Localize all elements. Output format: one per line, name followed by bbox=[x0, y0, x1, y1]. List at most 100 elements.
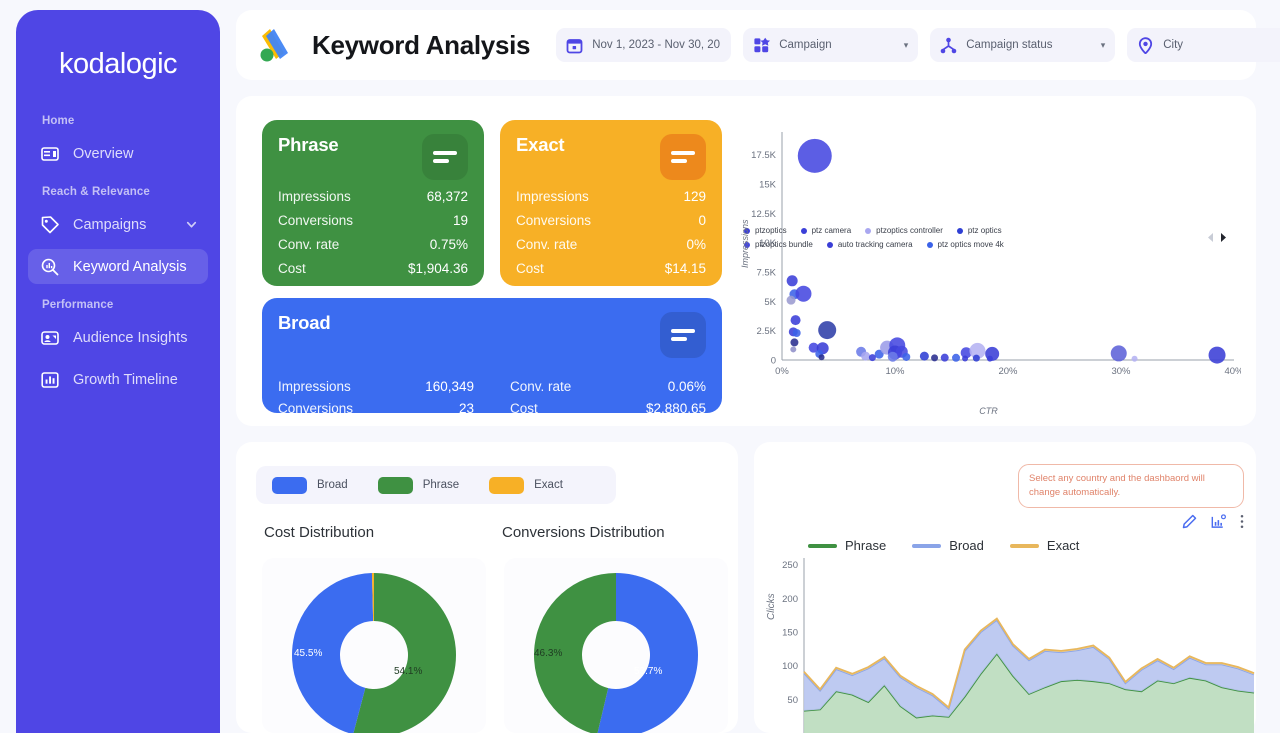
date-range-filter[interactable]: Nov 1, 2023 - Nov 30, 20▾ bbox=[556, 28, 748, 62]
bubble-point[interactable] bbox=[940, 353, 949, 362]
bubble-point[interactable] bbox=[786, 295, 796, 305]
bubble-x-axis-label: CTR bbox=[979, 406, 998, 416]
metric-row: Impressions 68,372 bbox=[278, 189, 468, 204]
legend-label: Phrase bbox=[845, 538, 887, 553]
legend-item[interactable]: Broad bbox=[272, 476, 348, 494]
bubble-point[interactable] bbox=[868, 354, 876, 362]
legend-item[interactable]: Phrase bbox=[377, 476, 459, 494]
bubble-point[interactable] bbox=[818, 354, 825, 361]
bubble-chart-pager[interactable] bbox=[1205, 232, 1229, 243]
legend-dot-icon bbox=[956, 227, 963, 234]
bubble-plot-area: 02.5K5K7.5K10K12.5K15K17.5K0% 10% 20% 30% 40… bbox=[751, 132, 1244, 377]
sidebar-item-audience-insights[interactable]: Audience Insights bbox=[28, 320, 208, 355]
hierarchy-icon bbox=[940, 37, 957, 53]
legend-dot-icon bbox=[865, 227, 872, 234]
legend-line bbox=[1009, 543, 1039, 548]
campaign-grid-icon bbox=[754, 37, 771, 52]
chart-insert-icon[interactable] bbox=[1211, 514, 1226, 534]
city-filter[interactable]: City ▾ bbox=[1127, 28, 1280, 62]
match-type-icon bbox=[660, 312, 706, 358]
y-tick-label: 12.5K bbox=[751, 209, 776, 220]
bubble-point[interactable] bbox=[919, 351, 929, 361]
clicks-area-chart[interactable]: 50 100 150 200 250 bbox=[764, 554, 1256, 733]
metric-value: 0 bbox=[698, 213, 706, 228]
bubble-point[interactable] bbox=[952, 353, 961, 362]
bubble-point[interactable] bbox=[861, 351, 871, 361]
bubble-point[interactable] bbox=[1208, 346, 1226, 364]
bubble-point[interactable] bbox=[931, 354, 939, 362]
legend-item[interactable]: ptzoptics controller bbox=[865, 226, 943, 235]
bubble-point[interactable] bbox=[986, 355, 993, 362]
conversions-distribution-title: Conversions Distribution bbox=[502, 524, 665, 541]
chevron-down-icon[interactable]: ▾ bbox=[1274, 41, 1280, 50]
legend-item[interactable]: ptzoptics bbox=[744, 226, 787, 235]
legend-swatch bbox=[489, 476, 525, 494]
legend-label: Broad bbox=[949, 538, 984, 553]
keyword-bubble-chart[interactable]: ptzoptics ptz camera ptzoptics controller p… bbox=[736, 110, 1244, 416]
card-header: Phrase bbox=[278, 134, 468, 180]
clicks-chart-legend: Phrase Broad Exact bbox=[808, 538, 1079, 553]
legend-label: Exact bbox=[1046, 538, 1080, 553]
legend-item[interactable]: Exact bbox=[489, 476, 563, 494]
metric-value: $14.15 bbox=[664, 261, 706, 276]
metric-row: Impressions 160,349 bbox=[278, 379, 474, 394]
bubble-point[interactable] bbox=[795, 285, 812, 302]
legend-item[interactable]: auto tracking camera bbox=[826, 240, 913, 249]
metric-key: Cost bbox=[516, 261, 544, 276]
chevron-down-icon[interactable]: ▾ bbox=[1087, 40, 1106, 50]
chevron-down-icon[interactable] bbox=[185, 218, 198, 231]
card-title: Broad bbox=[278, 312, 331, 333]
chevron-left-icon bbox=[1208, 233, 1213, 242]
y-tick-label: 150 bbox=[782, 628, 798, 639]
bubble-point[interactable] bbox=[962, 355, 969, 362]
sidebar-item-overview[interactable]: Overview bbox=[28, 136, 208, 171]
legend-item[interactable]: ptz camera bbox=[800, 226, 851, 235]
legend-item[interactable]: Broad bbox=[912, 538, 984, 553]
sidebar-item-label: Audience Insights bbox=[73, 329, 188, 346]
bubble-point[interactable] bbox=[1131, 355, 1138, 362]
bubble-point[interactable] bbox=[902, 352, 911, 361]
distribution-legend: Broad Phrase Exact bbox=[256, 466, 616, 504]
edit-pencil-icon[interactable] bbox=[1182, 514, 1197, 534]
chevron-down-icon[interactable]: ▾ bbox=[890, 40, 909, 50]
campaign-status-filter[interactable]: Campaign status ▾ bbox=[930, 28, 1116, 62]
bubble-point[interactable] bbox=[887, 351, 898, 362]
campaign-filter[interactable]: Campaign ▾ bbox=[743, 28, 919, 62]
bubble-point[interactable] bbox=[792, 329, 801, 338]
legend-item[interactable]: ptz optics move 4k bbox=[926, 240, 1004, 249]
bubble-point[interactable] bbox=[790, 315, 801, 326]
bubble-y-axis-label: Impressions bbox=[740, 219, 750, 268]
overview-panel: Phrase Impressions 68,372 Conversions 19… bbox=[236, 96, 1256, 426]
conversions-distribution-donut[interactable]: 53.7% 46.3% bbox=[504, 558, 728, 733]
filter-value: City bbox=[1163, 39, 1184, 51]
x-tick-label: 30% bbox=[1111, 366, 1131, 377]
sidebar-item-keyword-analysis[interactable]: Keyword Analysis bbox=[28, 249, 208, 284]
bubble-point[interactable] bbox=[972, 354, 980, 362]
legend-item[interactable]: Phrase bbox=[808, 538, 886, 553]
metric-card-phrase[interactable]: Phrase Impressions 68,372 Conversions 19… bbox=[262, 120, 484, 286]
bubble-point[interactable] bbox=[1110, 345, 1127, 362]
metric-key: Impressions bbox=[278, 379, 351, 394]
filter-value: Nov 1, 2023 - Nov 30, 20 bbox=[592, 39, 721, 51]
bubble-point[interactable] bbox=[790, 346, 797, 353]
y-tick-label: 5K bbox=[764, 297, 776, 308]
sidebar-item-campaigns[interactable]: Campaigns bbox=[28, 207, 208, 242]
donut-slice-label: 46.3% bbox=[534, 648, 563, 659]
metric-card-exact[interactable]: Exact Impressions 129 Conversions 0 Conv… bbox=[500, 120, 722, 286]
sidebar-group-label: Performance bbox=[42, 299, 114, 311]
cost-distribution-donut[interactable]: 54.1% 45.5% bbox=[262, 558, 486, 733]
cost-distribution-title: Cost Distribution bbox=[264, 524, 375, 541]
y-tick-label: 50 bbox=[787, 695, 798, 706]
bubble-point[interactable] bbox=[818, 321, 837, 340]
bubble-point[interactable] bbox=[797, 138, 832, 173]
legend-item[interactable]: ptzoptics bundle bbox=[744, 240, 813, 249]
legend-item[interactable]: ptz optics bbox=[956, 226, 1002, 235]
bubble-point[interactable] bbox=[786, 275, 798, 287]
metric-card-broad[interactable]: Broad Impressions 160,349 Conv. rate 0.0… bbox=[262, 298, 722, 416]
sidebar-item-growth-timeline[interactable]: Growth Timeline bbox=[28, 362, 208, 397]
legend-label: ptzoptics bbox=[755, 226, 787, 235]
metric-key: Impressions bbox=[516, 189, 589, 204]
legend-item[interactable]: Exact bbox=[1009, 538, 1080, 553]
more-options-icon[interactable] bbox=[1240, 514, 1244, 534]
bubble-point[interactable] bbox=[790, 338, 799, 347]
